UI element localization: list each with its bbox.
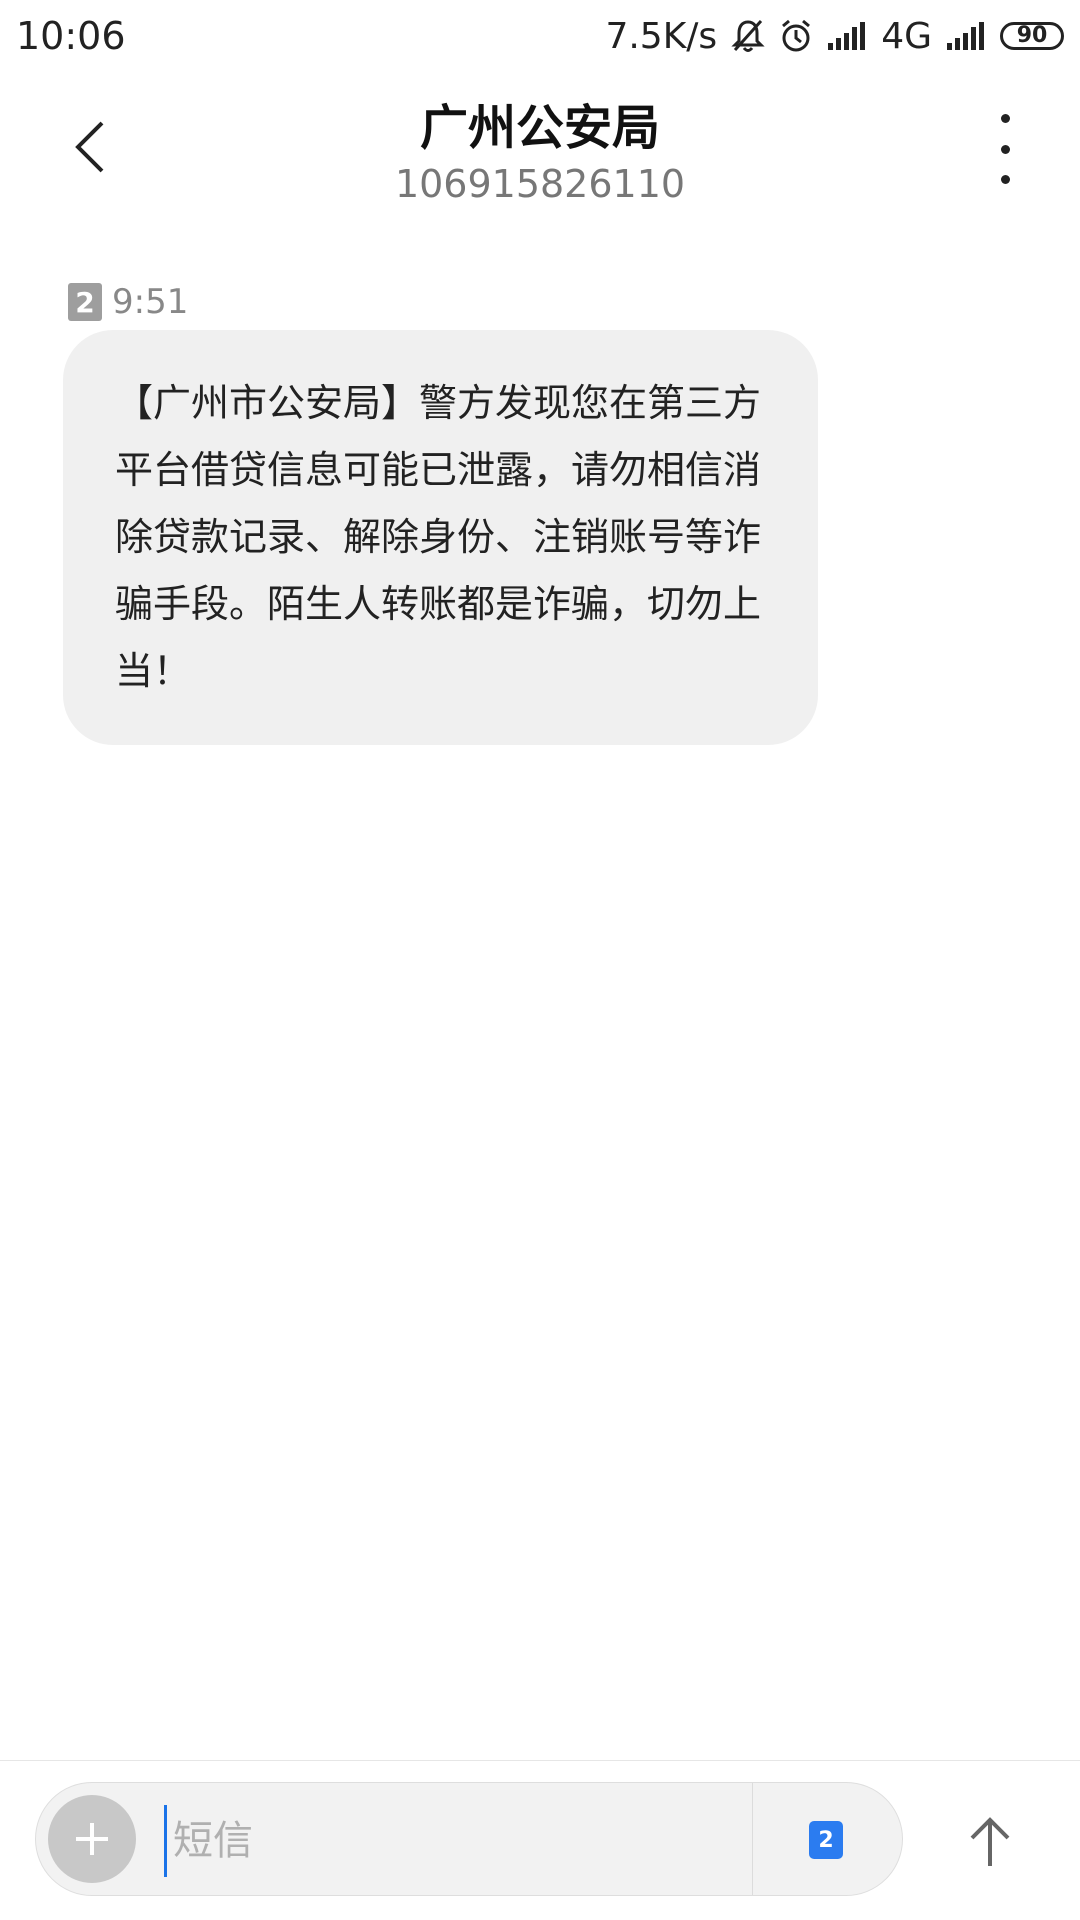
signal-icon: [946, 21, 986, 51]
sim-divider: [752, 1783, 753, 1895]
composer-divider: [0, 1760, 1080, 1761]
more-dot-icon: [1000, 144, 1010, 154]
composer: 2: [35, 1782, 903, 1896]
arrow-up-icon: [970, 1817, 1010, 1866]
message-meta: 2 9:51: [68, 282, 188, 322]
mute-icon: [731, 18, 765, 54]
header-titles: 广州公安局 106915826110: [0, 82, 1080, 206]
contact-name: 广州公安局: [419, 100, 660, 156]
sms-conversation-screen: 10:06 7.5K/s 4G 90 广州公安局 106915826110 2 …: [0, 0, 1080, 1920]
alarm-icon: [779, 18, 813, 54]
send-button[interactable]: [955, 1802, 1025, 1882]
sim-badge: 2: [68, 283, 102, 321]
add-attachment-button[interactable]: [48, 1795, 136, 1883]
more-dot-icon: [1000, 175, 1010, 184]
message-input[interactable]: [164, 1805, 775, 1877]
conversation-header: 广州公安局 106915826110: [0, 82, 1080, 212]
more-dot-icon: [1000, 114, 1010, 123]
message-time: 9:51: [112, 282, 189, 322]
net-speed: 7.5K/s: [605, 15, 718, 57]
more-options-button[interactable]: [990, 114, 1020, 184]
status-time: 10:06: [16, 14, 126, 58]
sim-select-button[interactable]: 2: [809, 1821, 843, 1859]
message-bubble[interactable]: 【广州市公安局】警方发现您在第三方平台借贷信息可能已泄露，请勿相信消除贷款记录、…: [63, 330, 818, 745]
contact-number: 106915826110: [394, 162, 686, 206]
status-bar: 10:06 7.5K/s 4G 90: [0, 0, 1080, 72]
plus-icon: [76, 1823, 108, 1855]
network-type: 4G: [881, 15, 932, 57]
battery-icon: 90: [1000, 22, 1064, 50]
signal-icon: [827, 21, 867, 51]
status-indicators: 7.5K/s 4G 90: [605, 16, 1064, 57]
